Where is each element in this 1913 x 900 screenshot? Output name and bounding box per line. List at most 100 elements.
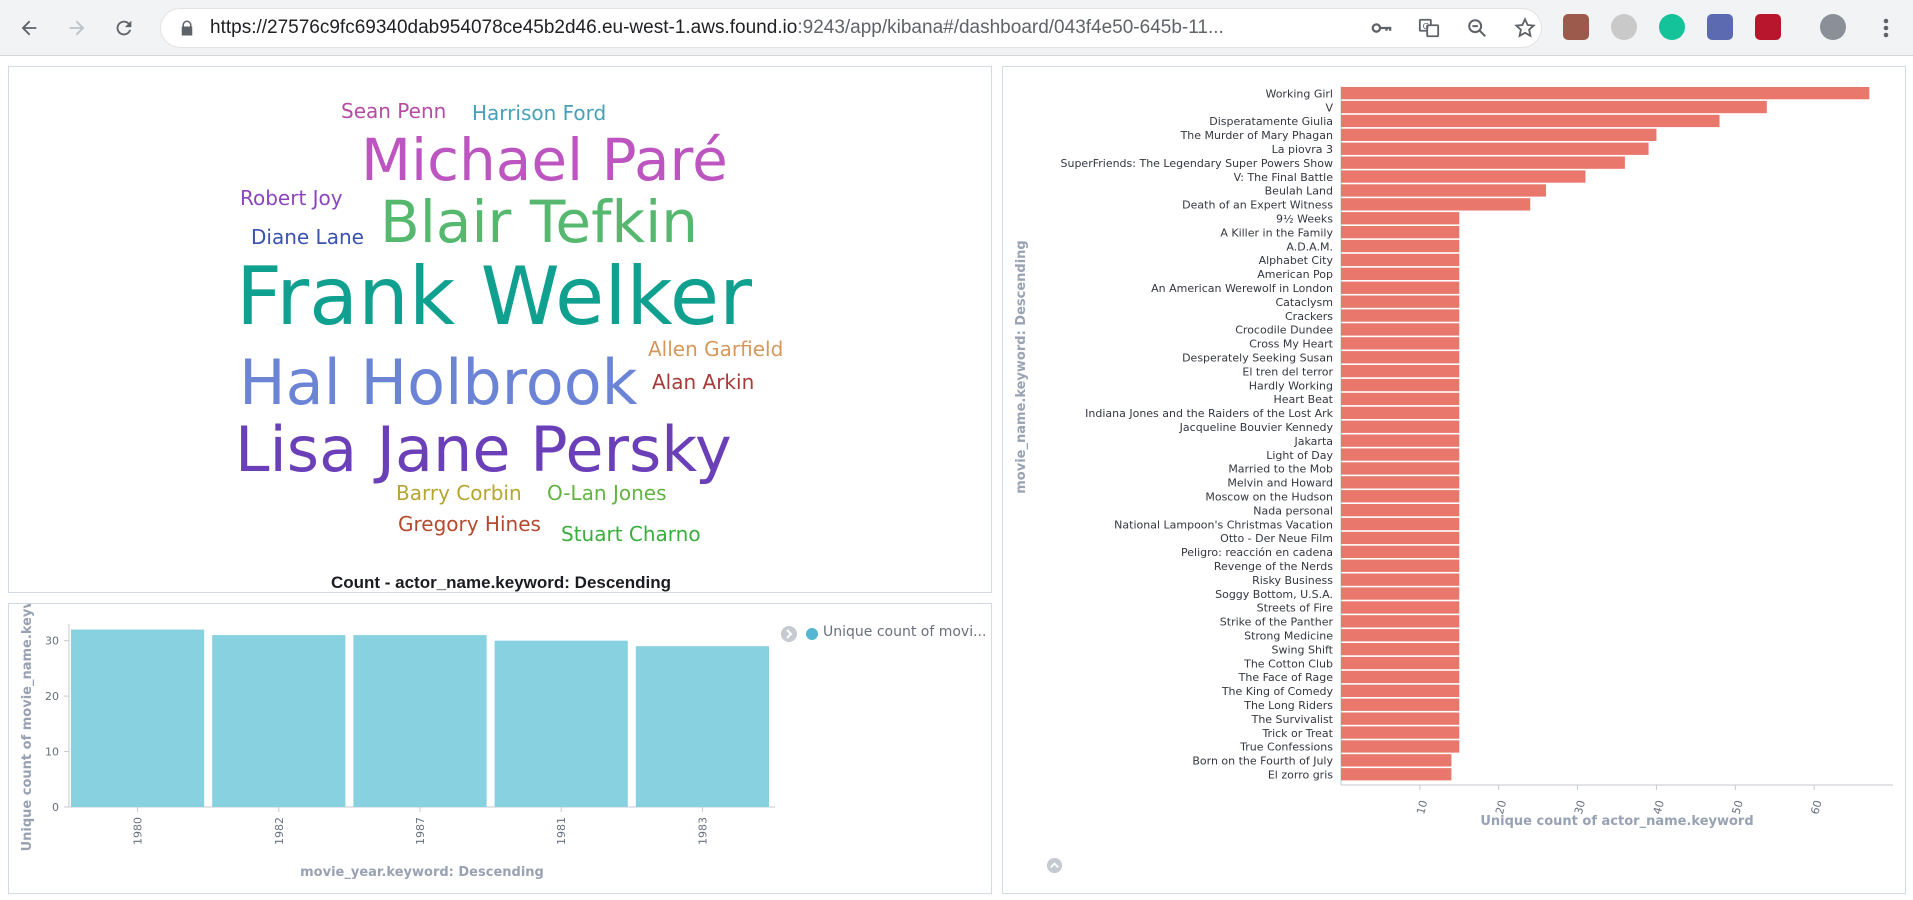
y-tick-label: SuperFriends: The Legendary Super Powers… xyxy=(1060,157,1333,170)
bar xyxy=(1341,323,1460,336)
bar xyxy=(1341,573,1460,586)
y-tick-label: Beulah Land xyxy=(1265,185,1333,198)
zoom-out-icon[interactable] xyxy=(1466,17,1488,39)
mendeley-extension-icon[interactable] xyxy=(1755,14,1781,40)
y-tick-label: Moscow on the Hudson xyxy=(1205,491,1333,504)
y-tick-label: Strong Medicine xyxy=(1244,630,1333,643)
cloud-word[interactable]: Robert Joy xyxy=(240,188,343,208)
cloud-word[interactable]: Diane Lane xyxy=(251,227,364,247)
y-tick-label: 20 xyxy=(45,690,59,703)
back-button[interactable] xyxy=(12,11,46,45)
y-tick-label: La piovra 3 xyxy=(1272,143,1333,156)
bar xyxy=(1341,156,1625,169)
x-tick-label: 1982 xyxy=(273,817,286,845)
pdf-extension-icon[interactable] xyxy=(1563,14,1589,40)
bar xyxy=(1341,295,1460,308)
y-tick-label: 30 xyxy=(45,635,59,648)
y-tick-label: Crocodile Dundee xyxy=(1235,324,1333,337)
tag-cloud-panel: Sean Penn Harrison Ford Michael Paré Rob… xyxy=(8,66,992,593)
url-host: https://27576c9fc69340dab954078ce45b2d46… xyxy=(210,17,798,38)
x-axis-title: Unique count of actor_name.keyword xyxy=(1480,814,1753,829)
cloud-word[interactable]: Barry Corbin xyxy=(396,483,522,503)
legend-toggle-icon[interactable] xyxy=(780,625,798,643)
bar xyxy=(1341,559,1460,572)
bar xyxy=(1341,309,1460,322)
y-tick-label: Revenge of the Nerds xyxy=(1214,560,1333,573)
legend-label[interactable]: Unique count of movi... xyxy=(823,624,986,640)
bar xyxy=(1341,643,1460,656)
cloud-word[interactable]: Lisa Jane Persky xyxy=(235,419,732,481)
star-icon[interactable] xyxy=(1514,17,1536,39)
y-tick-label: Death of an Expert Witness xyxy=(1182,199,1333,212)
cloud-word[interactable]: Harrison Ford xyxy=(472,103,606,123)
y-tick-label: The Murder of Mary Phagan xyxy=(1180,129,1333,142)
cloud-word[interactable]: Alan Arkin xyxy=(652,372,754,392)
bar xyxy=(1341,128,1657,141)
bar xyxy=(1341,198,1531,211)
y-tick-label: Strike of the Panther xyxy=(1220,616,1334,629)
y-tick-label: The Long Riders xyxy=(1243,699,1333,712)
bar xyxy=(1341,212,1460,225)
y-tick-label: Alphabet City xyxy=(1259,254,1334,267)
y-tick-label: Born on the Fourth of July xyxy=(1192,755,1333,768)
cloud-word[interactable]: Stuart Charno xyxy=(561,524,701,544)
y-tick-label: The King of Comedy xyxy=(1221,685,1334,698)
forward-button[interactable] xyxy=(60,11,94,45)
y-tick-label: Nada personal xyxy=(1253,504,1333,517)
bar xyxy=(1341,601,1460,614)
y-tick-label: 9½ Weeks xyxy=(1276,213,1333,226)
cloud-word[interactable]: Gregory Hines xyxy=(398,514,541,534)
translate-icon[interactable]: G xyxy=(1418,17,1440,39)
y-tick-label: Crackers xyxy=(1285,310,1333,323)
arrow-right-icon xyxy=(69,20,85,36)
bar xyxy=(1341,337,1460,350)
bar xyxy=(1341,267,1460,280)
y-tick-label: Swing Shift xyxy=(1272,643,1334,656)
bar xyxy=(1341,281,1460,294)
key-icon[interactable] xyxy=(1370,17,1392,39)
bar xyxy=(1341,698,1460,711)
grammarly-icon[interactable] xyxy=(1659,14,1685,40)
y-tick-label: Married to the Mob xyxy=(1228,463,1333,476)
bar xyxy=(1341,100,1767,114)
cloud-word[interactable]: Frank Welker xyxy=(236,257,752,337)
y-tick-label: True Confessions xyxy=(1239,741,1333,754)
y-tick-label: Cataclysm xyxy=(1275,296,1333,309)
cloud-word[interactable]: Hal Holbrook xyxy=(239,352,638,414)
bar xyxy=(1341,378,1460,392)
bar xyxy=(1341,170,1586,183)
legend-expand-icon[interactable] xyxy=(1046,857,1063,874)
bar xyxy=(1341,114,1720,128)
avatar[interactable] xyxy=(1820,14,1846,40)
x-tick-label: 1981 xyxy=(555,817,568,845)
movies-bar-chart: Working GirlVDisperatamente GiuliaThe Mu… xyxy=(1014,86,1893,829)
cloud-word[interactable]: Blair Tefkin xyxy=(380,193,698,251)
svg-text:G: G xyxy=(1423,21,1429,31)
cloud-word[interactable]: Sean Penn xyxy=(341,101,446,121)
x-tick-label: 1983 xyxy=(696,817,709,845)
x-tick-label: 60 xyxy=(1808,799,1824,816)
bar xyxy=(1341,712,1460,725)
circle-extension-icon[interactable] xyxy=(1611,14,1637,40)
more-vert-icon[interactable] xyxy=(1876,16,1896,40)
y-tick-label: The Face of Rage xyxy=(1238,671,1334,684)
bar xyxy=(1341,545,1460,558)
x-tick-label: 1980 xyxy=(132,817,145,845)
bar xyxy=(1341,504,1460,517)
bar xyxy=(1341,490,1460,503)
bar xyxy=(635,646,769,807)
bar xyxy=(1341,740,1460,753)
x-tick-label: 1987 xyxy=(414,817,427,845)
address-bar[interactable]: https://27576c9fc69340dab954078ce45b2d46… xyxy=(160,8,1542,48)
lock-icon xyxy=(181,20,193,36)
bar xyxy=(1341,351,1460,364)
reload-button[interactable] xyxy=(107,11,141,45)
cloud-word[interactable]: O-Lan Jones xyxy=(547,483,666,503)
y-tick-label: Streets of Fire xyxy=(1257,602,1334,615)
y-tick-label: Indiana Jones and the Raiders of the Los… xyxy=(1085,407,1333,420)
cloud-word[interactable]: Allen Garfield xyxy=(648,339,783,359)
eyedropper-extension-icon[interactable] xyxy=(1707,14,1733,40)
cloud-word[interactable]: Michael Paré xyxy=(361,131,728,189)
bar xyxy=(1341,253,1460,267)
legend-color-dot xyxy=(806,628,818,640)
